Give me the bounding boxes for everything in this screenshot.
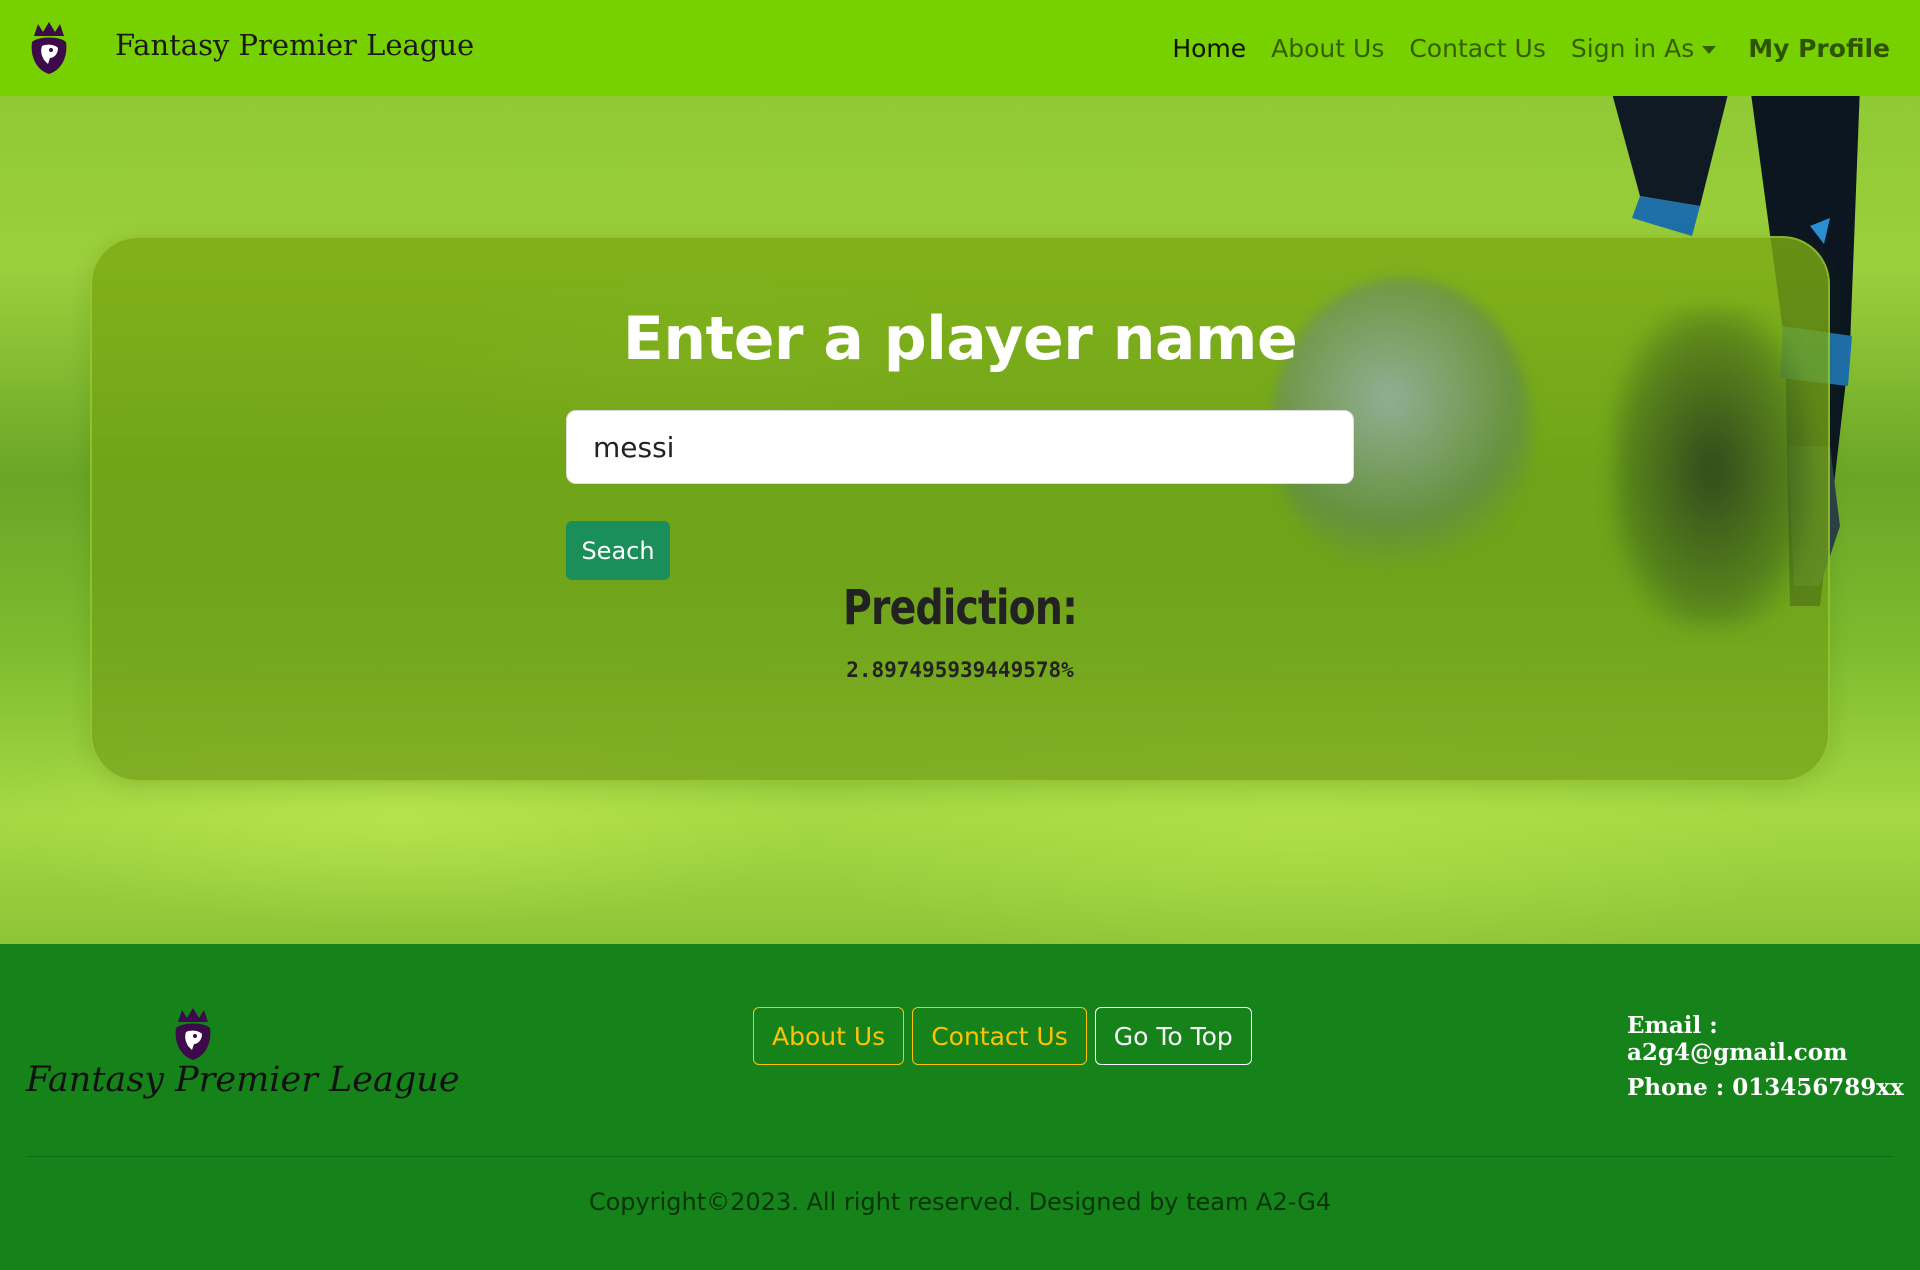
footer-phone: Phone : 013456789xx [1627,1074,1904,1101]
brand-title[interactable]: Fantasy Premier League [115,28,474,62]
footer-button-group: About Us Contact Us Go To Top [753,1007,1252,1065]
footer-brand: Fantasy Premier League [26,1060,460,1100]
go-to-top-button[interactable]: Go To Top [1094,1007,1252,1065]
search-heading: Enter a player name [622,304,1298,374]
nav-contact[interactable]: Contact Us [1409,34,1546,63]
footer: Fantasy Premier League About Us Contact … [0,944,1920,1270]
prediction-label: Prediction: [842,580,1078,636]
hero-section: Enter a player name Seach Prediction: 2.… [0,96,1920,944]
nav-my-profile[interactable]: My Profile [1748,34,1890,63]
search-button[interactable]: Seach [566,521,670,580]
player-name-input[interactable] [566,410,1354,484]
nav-about[interactable]: About Us [1271,34,1384,63]
nav-home[interactable]: Home [1172,34,1246,63]
footer-contact-button[interactable]: Contact Us [912,1007,1087,1065]
nav-sign-in-label: Sign in As [1570,33,1695,63]
nav-sign-in-dropdown[interactable]: Sign in As [1570,33,1717,63]
prediction-value: 2.897495939449578% [846,658,1074,682]
premier-league-lion-icon[interactable] [24,20,74,76]
copyright-text: Copyright©2023. All right reserved. Desi… [588,1188,1332,1216]
nav-links: Home About Us Contact Us Sign in As My P… [1147,0,1890,96]
footer-divider [26,1156,1894,1157]
premier-league-lion-icon [175,1008,211,1060]
navbar: Fantasy Premier League Home About Us Con… [0,0,1920,96]
footer-about-button[interactable]: About Us [753,1007,905,1065]
footer-email: Email : a2g4@gmail.com [1627,1012,1848,1066]
caret-down-icon [1702,45,1717,54]
search-card: Enter a player name Seach Prediction: 2.… [90,236,1830,782]
